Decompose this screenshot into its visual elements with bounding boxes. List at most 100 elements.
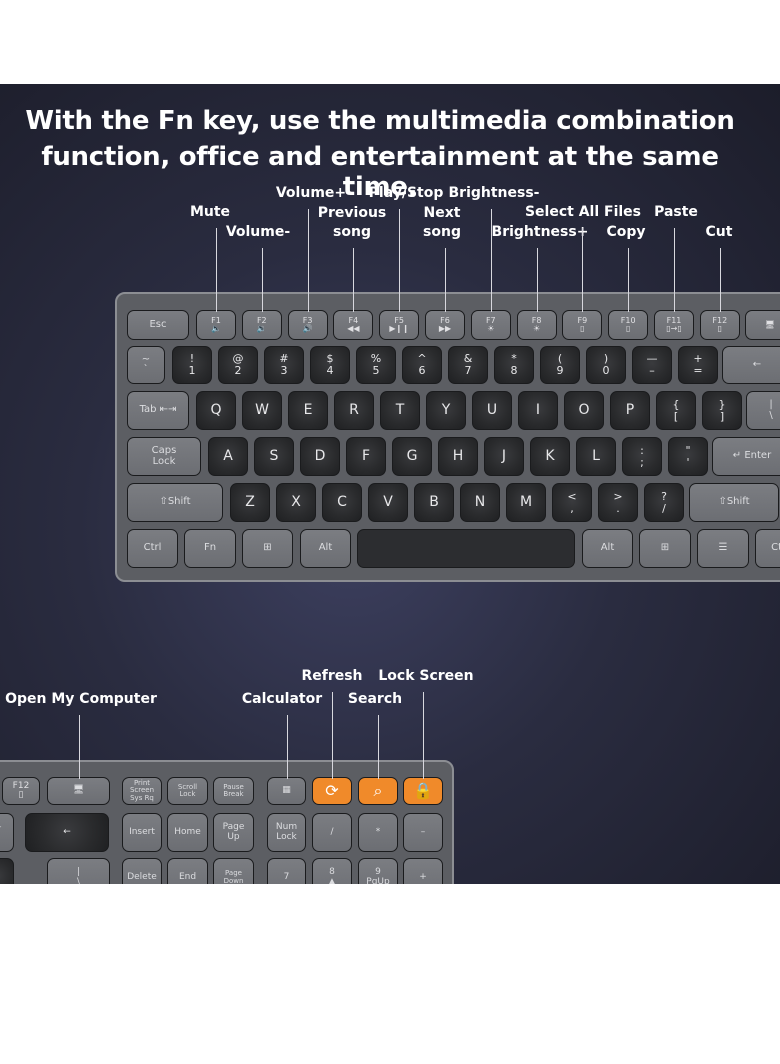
calculator-key[interactable]: ▦ xyxy=(267,777,306,805)
key-symbol[interactable]: ⊞ xyxy=(639,529,691,568)
key-enter[interactable]: ↵ Enter xyxy=(712,437,780,476)
key-f8[interactable]: F8 ☀ xyxy=(516,310,557,340)
key-print[interactable]: Print Screen Sys Rq xyxy=(122,777,162,805)
key-symbol[interactable]: ~ ` xyxy=(127,346,165,384)
key-symbol[interactable]: < , xyxy=(552,483,592,522)
key-l[interactable]: L xyxy=(576,437,616,476)
key-f12[interactable]: F12 ▯ xyxy=(2,777,40,805)
key-page[interactable]: Page Down xyxy=(213,858,254,884)
key-symbol[interactable]: { [ xyxy=(656,391,696,430)
key-y[interactable]: Y xyxy=(426,391,466,430)
key-symbol[interactable]: ^ 6 xyxy=(402,346,442,384)
key-f1[interactable]: F1 🔈 xyxy=(196,310,236,340)
key-symbol[interactable]: | \ xyxy=(47,858,110,884)
key-symbol[interactable]: } ] xyxy=(702,391,742,430)
key-o[interactable]: O xyxy=(564,391,604,430)
key-ctrl[interactable]: Ctrl xyxy=(755,529,780,568)
key-tab[interactable]: Tab ⇤⇥ xyxy=(127,391,189,430)
key-symbol[interactable]: ☰ xyxy=(697,529,749,568)
key-symbol[interactable]: — = xyxy=(0,813,14,852)
key-shift[interactable]: ⇧Shift xyxy=(127,483,223,522)
key-a[interactable]: A xyxy=(208,437,248,476)
key-symbol[interactable]: ← xyxy=(25,813,109,852)
key-symbol[interactable]: # 3 xyxy=(264,346,304,384)
key-j[interactable]: J xyxy=(484,437,524,476)
key-x[interactable]: X xyxy=(276,483,316,522)
key-7[interactable]: 7 xyxy=(267,858,306,884)
key-delete[interactable]: Delete xyxy=(122,858,162,884)
lock-screen-key[interactable]: 🔒 xyxy=(403,777,443,805)
key-symbol[interactable]: : ; xyxy=(622,437,662,476)
key-alt[interactable]: Alt xyxy=(582,529,633,568)
refresh-key[interactable]: ⟳ xyxy=(312,777,352,805)
key-end[interactable]: End xyxy=(167,858,208,884)
key-f9[interactable]: F9 ▯ xyxy=(562,310,603,340)
key-alt[interactable]: Alt xyxy=(300,529,351,568)
key-i[interactable]: I xyxy=(518,391,558,430)
key-scroll[interactable]: Scroll Lock xyxy=(167,777,208,805)
key-q[interactable]: Q xyxy=(196,391,236,430)
key-pause[interactable]: Pause Break xyxy=(213,777,254,805)
key-symbol[interactable]: % 5 xyxy=(356,346,396,384)
key-esc[interactable]: Esc xyxy=(127,310,189,340)
key-g[interactable]: G xyxy=(392,437,432,476)
key-8[interactable]: 8 ▲ xyxy=(312,858,352,884)
key-p[interactable]: P xyxy=(610,391,650,430)
key-page[interactable]: Page Up xyxy=(213,813,254,852)
key-symbol[interactable]: ) 0 xyxy=(586,346,626,384)
key-symbol[interactable]: ← xyxy=(722,346,780,384)
key-v[interactable]: V xyxy=(368,483,408,522)
key-num[interactable]: Num Lock xyxy=(267,813,306,852)
key-f4[interactable]: F4 ◀◀ xyxy=(333,310,374,340)
key-fn[interactable]: Fn xyxy=(184,529,236,568)
key-symbol[interactable]: ! 1 xyxy=(172,346,212,384)
key-symbol[interactable]: * xyxy=(358,813,398,852)
key-symbol[interactable]: | \ xyxy=(746,391,780,430)
key-symbol[interactable]: > . xyxy=(598,483,638,522)
key-c[interactable]: C xyxy=(322,483,362,522)
key-t[interactable]: T xyxy=(380,391,420,430)
key-symbol[interactable]: ( 9 xyxy=(540,346,580,384)
key-symbol[interactable]: ? / xyxy=(644,483,684,522)
key-n[interactable]: N xyxy=(460,483,500,522)
key-f[interactable]: F xyxy=(346,437,386,476)
key-symbol[interactable]: — – xyxy=(632,346,672,384)
key-f7[interactable]: F7 ☀ xyxy=(470,310,511,340)
key-symbol[interactable]: + = xyxy=(678,346,718,384)
key-symbol[interactable]: * 8 xyxy=(494,346,534,384)
key-f10[interactable]: F10 ▯ xyxy=(608,310,649,340)
key-f3[interactable]: F3 🔊 xyxy=(287,310,328,340)
key-symbol[interactable]: ⊞ xyxy=(242,529,293,568)
key-9[interactable]: 9 PgUp xyxy=(358,858,398,884)
key-u[interactable]: U xyxy=(472,391,512,430)
key-symbol[interactable]: + xyxy=(403,858,443,884)
key-symbol[interactable]: & 7 xyxy=(448,346,488,384)
key-h[interactable]: H xyxy=(438,437,478,476)
key-symbol[interactable]: " ' xyxy=(668,437,708,476)
key-symbol[interactable]: / xyxy=(312,813,352,852)
key-symbol[interactable]: } ] xyxy=(0,858,14,884)
key-shift[interactable]: ⇧Shift xyxy=(689,483,779,522)
key-symbol[interactable]: @ 2 xyxy=(218,346,258,384)
key-w[interactable]: W xyxy=(242,391,282,430)
key-b[interactable]: B xyxy=(414,483,454,522)
key-insert[interactable]: Insert xyxy=(122,813,162,852)
key-f6[interactable]: F6 ▶▶ xyxy=(425,310,465,340)
key-symbol[interactable]: 🖥 xyxy=(745,310,780,340)
key-f2[interactable]: F2 🔉 xyxy=(241,310,282,340)
key-s[interactable]: S xyxy=(254,437,294,476)
key-m[interactable]: M xyxy=(506,483,546,522)
key-f12[interactable]: F12 ▯ xyxy=(699,310,740,340)
key-r[interactable]: R xyxy=(334,391,374,430)
key-k[interactable]: K xyxy=(530,437,570,476)
key-home[interactable]: Home xyxy=(167,813,208,852)
key-symbol[interactable]: – xyxy=(403,813,443,852)
key-f5[interactable]: F5 ▶❙❙ xyxy=(379,310,420,340)
key-ctrl[interactable]: Ctrl xyxy=(127,529,178,568)
key-f11[interactable]: F11 ▯→▯ xyxy=(654,310,694,340)
key-d[interactable]: D xyxy=(300,437,340,476)
key-caps[interactable]: Caps Lock xyxy=(127,437,201,476)
key-space[interactable] xyxy=(357,529,575,568)
key-e[interactable]: E xyxy=(288,391,328,430)
key-z[interactable]: Z xyxy=(230,483,270,522)
